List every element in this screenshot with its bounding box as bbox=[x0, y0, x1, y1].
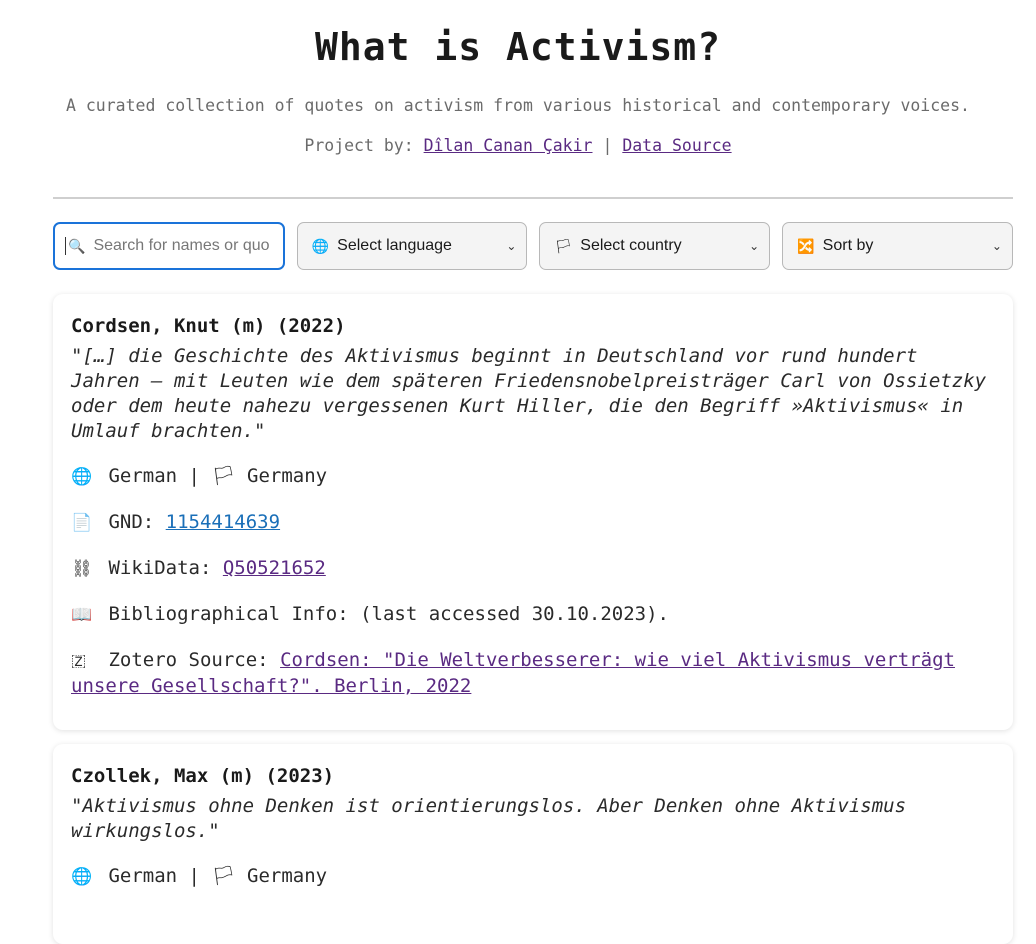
book-icon: 📖 bbox=[71, 605, 93, 625]
gnd-label: GND: bbox=[108, 511, 155, 533]
globe-icon: 🌐 bbox=[311, 237, 330, 254]
globe-icon: 🌐 bbox=[71, 467, 93, 487]
flag-icon: 🏳 bbox=[211, 865, 236, 887]
chevron-down-icon: ⌄ bbox=[506, 239, 517, 253]
document-icon: 📄 bbox=[71, 513, 93, 533]
magnifier-icon: 🔍 bbox=[68, 237, 86, 254]
author-link[interactable]: Dîlan Canan Çakir bbox=[424, 136, 593, 155]
quote-author: Czollek, Max (m) (2023) bbox=[71, 765, 335, 787]
separator: | bbox=[188, 465, 200, 487]
zotero-icon: 🇿 bbox=[71, 651, 87, 671]
wikidata-label: WikiData: bbox=[108, 557, 212, 579]
page-title: What is Activism? bbox=[315, 25, 721, 69]
country-select[interactable]: 🏳 Select country ⌄ bbox=[539, 222, 771, 270]
wikidata-link[interactable]: Q50521652 bbox=[223, 557, 326, 579]
data-source-link[interactable]: Data Source bbox=[622, 136, 731, 155]
chevron-down-icon: ⌄ bbox=[749, 239, 760, 253]
biblio-row: 📖 Bibliographical Info: (last accessed 3… bbox=[71, 602, 995, 628]
flag-icon: 🏳 bbox=[211, 465, 236, 487]
language-select-label: Select language bbox=[337, 237, 452, 254]
quote-text: "Aktivismus ohne Denken ist orientierung… bbox=[71, 795, 907, 842]
credits-prefix: Project by: bbox=[304, 136, 414, 155]
gnd-link[interactable]: 1154414639 bbox=[166, 511, 280, 533]
language-select[interactable]: 🌐 Select language ⌄ bbox=[296, 222, 528, 270]
filter-bar: 🔍 🌐 Select language ⌄ 🏳 Select country ⌄… bbox=[53, 222, 1013, 270]
flag-icon: 🏳 bbox=[554, 237, 573, 254]
header-divider bbox=[53, 197, 1013, 199]
chevron-down-icon: ⌄ bbox=[991, 239, 1002, 253]
credits-line: Project by: Dîlan Canan Çakir | Data Sou… bbox=[0, 136, 1036, 156]
language-value: German bbox=[108, 865, 178, 887]
biblio-text: Bibliographical Info: (last accessed 30.… bbox=[108, 603, 669, 625]
language-country-row: 🌐 German | 🏳 Germany bbox=[71, 864, 995, 890]
shuffle-icon: 🔀 bbox=[797, 237, 815, 254]
quote-card: Cordsen, Knut (m) (2022) "[…] die Geschi… bbox=[53, 294, 1013, 730]
quote-card: Czollek, Max (m) (2023) "Aktivismus ohne… bbox=[53, 744, 1013, 944]
wikidata-row: ⛓ WikiData: Q50521652 bbox=[71, 556, 995, 582]
gnd-row: 📄 GND: 1154414639 bbox=[71, 510, 995, 536]
zotero-label: Zotero Source: bbox=[108, 649, 269, 671]
separator: | bbox=[188, 865, 200, 887]
country-value: Germany bbox=[247, 865, 328, 887]
quote-author: Cordsen, Knut (m) (2022) bbox=[71, 315, 346, 337]
country-value: Germany bbox=[247, 465, 328, 487]
sort-select[interactable]: 🔀 Sort by ⌄ bbox=[782, 222, 1013, 270]
page-header: What is Activism? A curated collection o… bbox=[0, 0, 1036, 156]
language-country-row: 🌐 German | 🏳 Germany bbox=[71, 464, 995, 490]
globe-icon: 🌐 bbox=[71, 867, 93, 887]
search-input[interactable] bbox=[91, 236, 272, 256]
text-cursor bbox=[65, 237, 66, 255]
page-subtitle: A curated collection of quotes on activi… bbox=[66, 96, 970, 115]
zotero-row: 🇿 Zotero Source: Cordsen: "Die Weltverbe… bbox=[71, 648, 995, 699]
credits-separator: | bbox=[602, 136, 613, 155]
country-select-label: Select country bbox=[580, 237, 682, 254]
quote-text: "[…] die Geschichte des Aktivismus begin… bbox=[71, 345, 987, 442]
language-value: German bbox=[108, 465, 178, 487]
sort-select-label: Sort by bbox=[822, 237, 874, 254]
chain-icon: ⛓ bbox=[71, 559, 93, 579]
search-box[interactable]: 🔍 bbox=[53, 222, 285, 270]
